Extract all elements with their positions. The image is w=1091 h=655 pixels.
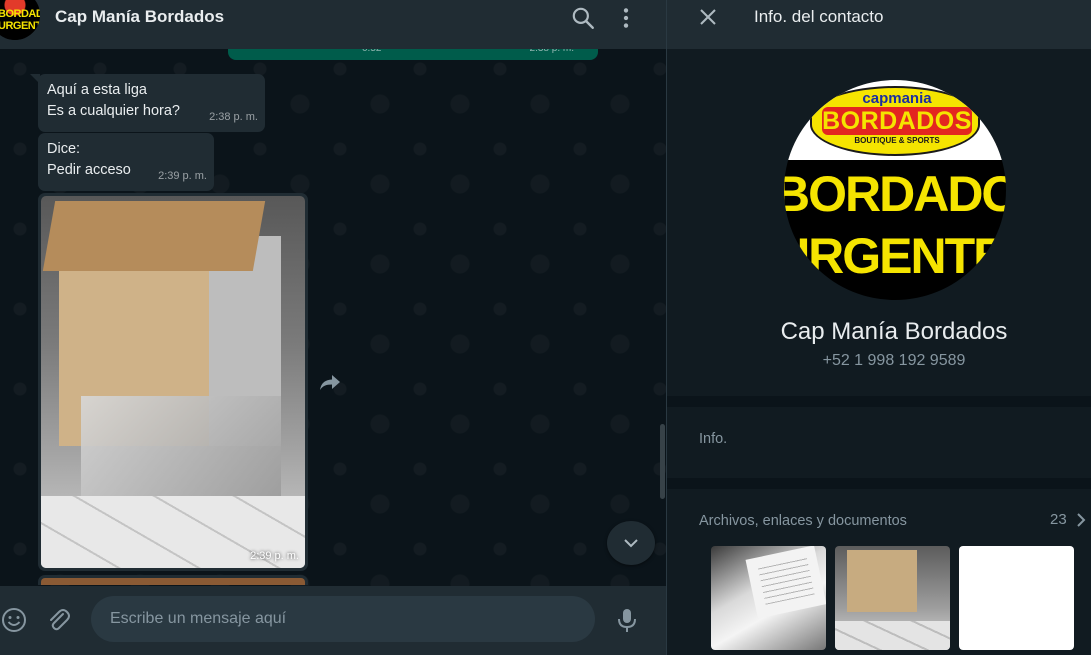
emoji-button[interactable] [0, 606, 28, 634]
chat-header[interactable]: BORDADOS URGENTES Cap Manía Bordados [0, 0, 666, 49]
voice-record-button[interactable] [615, 606, 639, 634]
contact-phone: +52 1 998 192 9589 [822, 352, 966, 369]
forward-button[interactable] [318, 372, 342, 392]
contact-avatar[interactable]: BORDADOS URGENTES [0, 0, 40, 40]
emoji-icon [2, 608, 26, 632]
message-input[interactable] [91, 596, 595, 642]
chevron-right-icon[interactable] [1076, 513, 1086, 527]
chat-scrollbar[interactable] [660, 424, 665, 499]
message-time: 2:39 p. m. [250, 550, 299, 562]
profile-logo-badge: capmania BORDADOS BOUTIQUE & SPORTS [810, 86, 980, 156]
about-label: Info. [699, 431, 728, 447]
message-text: Dice: [47, 141, 81, 157]
media-label[interactable]: Archivos, enlaces y documentos [699, 513, 907, 529]
logo-tagline-text: BOUTIQUE & SPORTS [854, 136, 940, 145]
mic-icon [618, 609, 636, 632]
profile-big-text-line-2: URGENTES [784, 228, 1006, 284]
chevron-down-icon [624, 539, 638, 548]
menu-button[interactable] [613, 5, 639, 31]
profile-big-text-line-1: BORDADOS [784, 166, 1006, 222]
message-time: 2:39 p. m. [158, 170, 207, 182]
media-thumbnail[interactable] [959, 546, 1074, 650]
media-thumbnail[interactable] [711, 546, 826, 650]
logo-badge-text: BORDADOS [822, 107, 972, 135]
image-message[interactable] [38, 575, 308, 585]
search-icon [572, 7, 594, 29]
attach-button[interactable] [45, 606, 71, 634]
close-icon [700, 9, 716, 25]
contact-name: Cap Manía Bordados [780, 318, 1008, 345]
thumbnail-content [847, 550, 917, 612]
forward-icon [320, 375, 340, 390]
attach-icon [50, 609, 70, 631]
logo-brand-text: capmania [862, 90, 932, 107]
profile-section: capmania BORDADOS BOUTIQUE & SPORTS BORD… [667, 49, 1091, 396]
close-button[interactable] [697, 6, 719, 28]
photo-boxes-mirror[interactable]: 2:39 p. m. [41, 196, 305, 568]
contact-info-header: Info. del contacto [667, 0, 1091, 49]
avatar-text-line-1: BORDADOS [0, 8, 40, 20]
menu-icon [623, 8, 629, 28]
chat-title[interactable]: Cap Manía Bordados [55, 6, 224, 28]
chat-pane: BORDADOS URGENTES Cap Manía Bordados 0:5… [0, 0, 666, 655]
photo-content [41, 578, 305, 585]
thumbnail-content [835, 621, 950, 650]
message-time: 2:38 p. m. [209, 111, 258, 123]
profile-photo[interactable]: capmania BORDADOS BOUTIQUE & SPORTS BORD… [784, 80, 1006, 300]
incoming-message[interactable]: Aquí a esta liga Es a cualquier hora? 2:… [38, 74, 265, 132]
incoming-message[interactable]: Dice: Pedir acceso 2:39 p. m. [38, 133, 214, 191]
search-button[interactable] [570, 5, 596, 31]
about-section: Info. [667, 407, 1091, 478]
contact-info-pane: Info. del contacto capmania BORDADOS BOU… [667, 0, 1091, 655]
whatsapp-web-window: BORDADOS URGENTES Cap Manía Bordados 0:5… [0, 0, 1091, 655]
image-message[interactable]: 2:39 p. m. [38, 193, 308, 571]
photo-content [42, 201, 266, 271]
contact-info-title: Info. del contacto [754, 7, 884, 26]
scroll-to-bottom-button[interactable] [607, 521, 655, 565]
avatar-text-line-2: URGENTES [0, 20, 40, 32]
message-composer [0, 586, 666, 655]
media-section[interactable]: Archivos, enlaces y documentos 23 [667, 489, 1091, 655]
media-count[interactable]: 23 [1050, 511, 1067, 528]
media-thumbnail[interactable] [835, 546, 950, 650]
message-text: Aquí a esta liga [47, 82, 147, 98]
